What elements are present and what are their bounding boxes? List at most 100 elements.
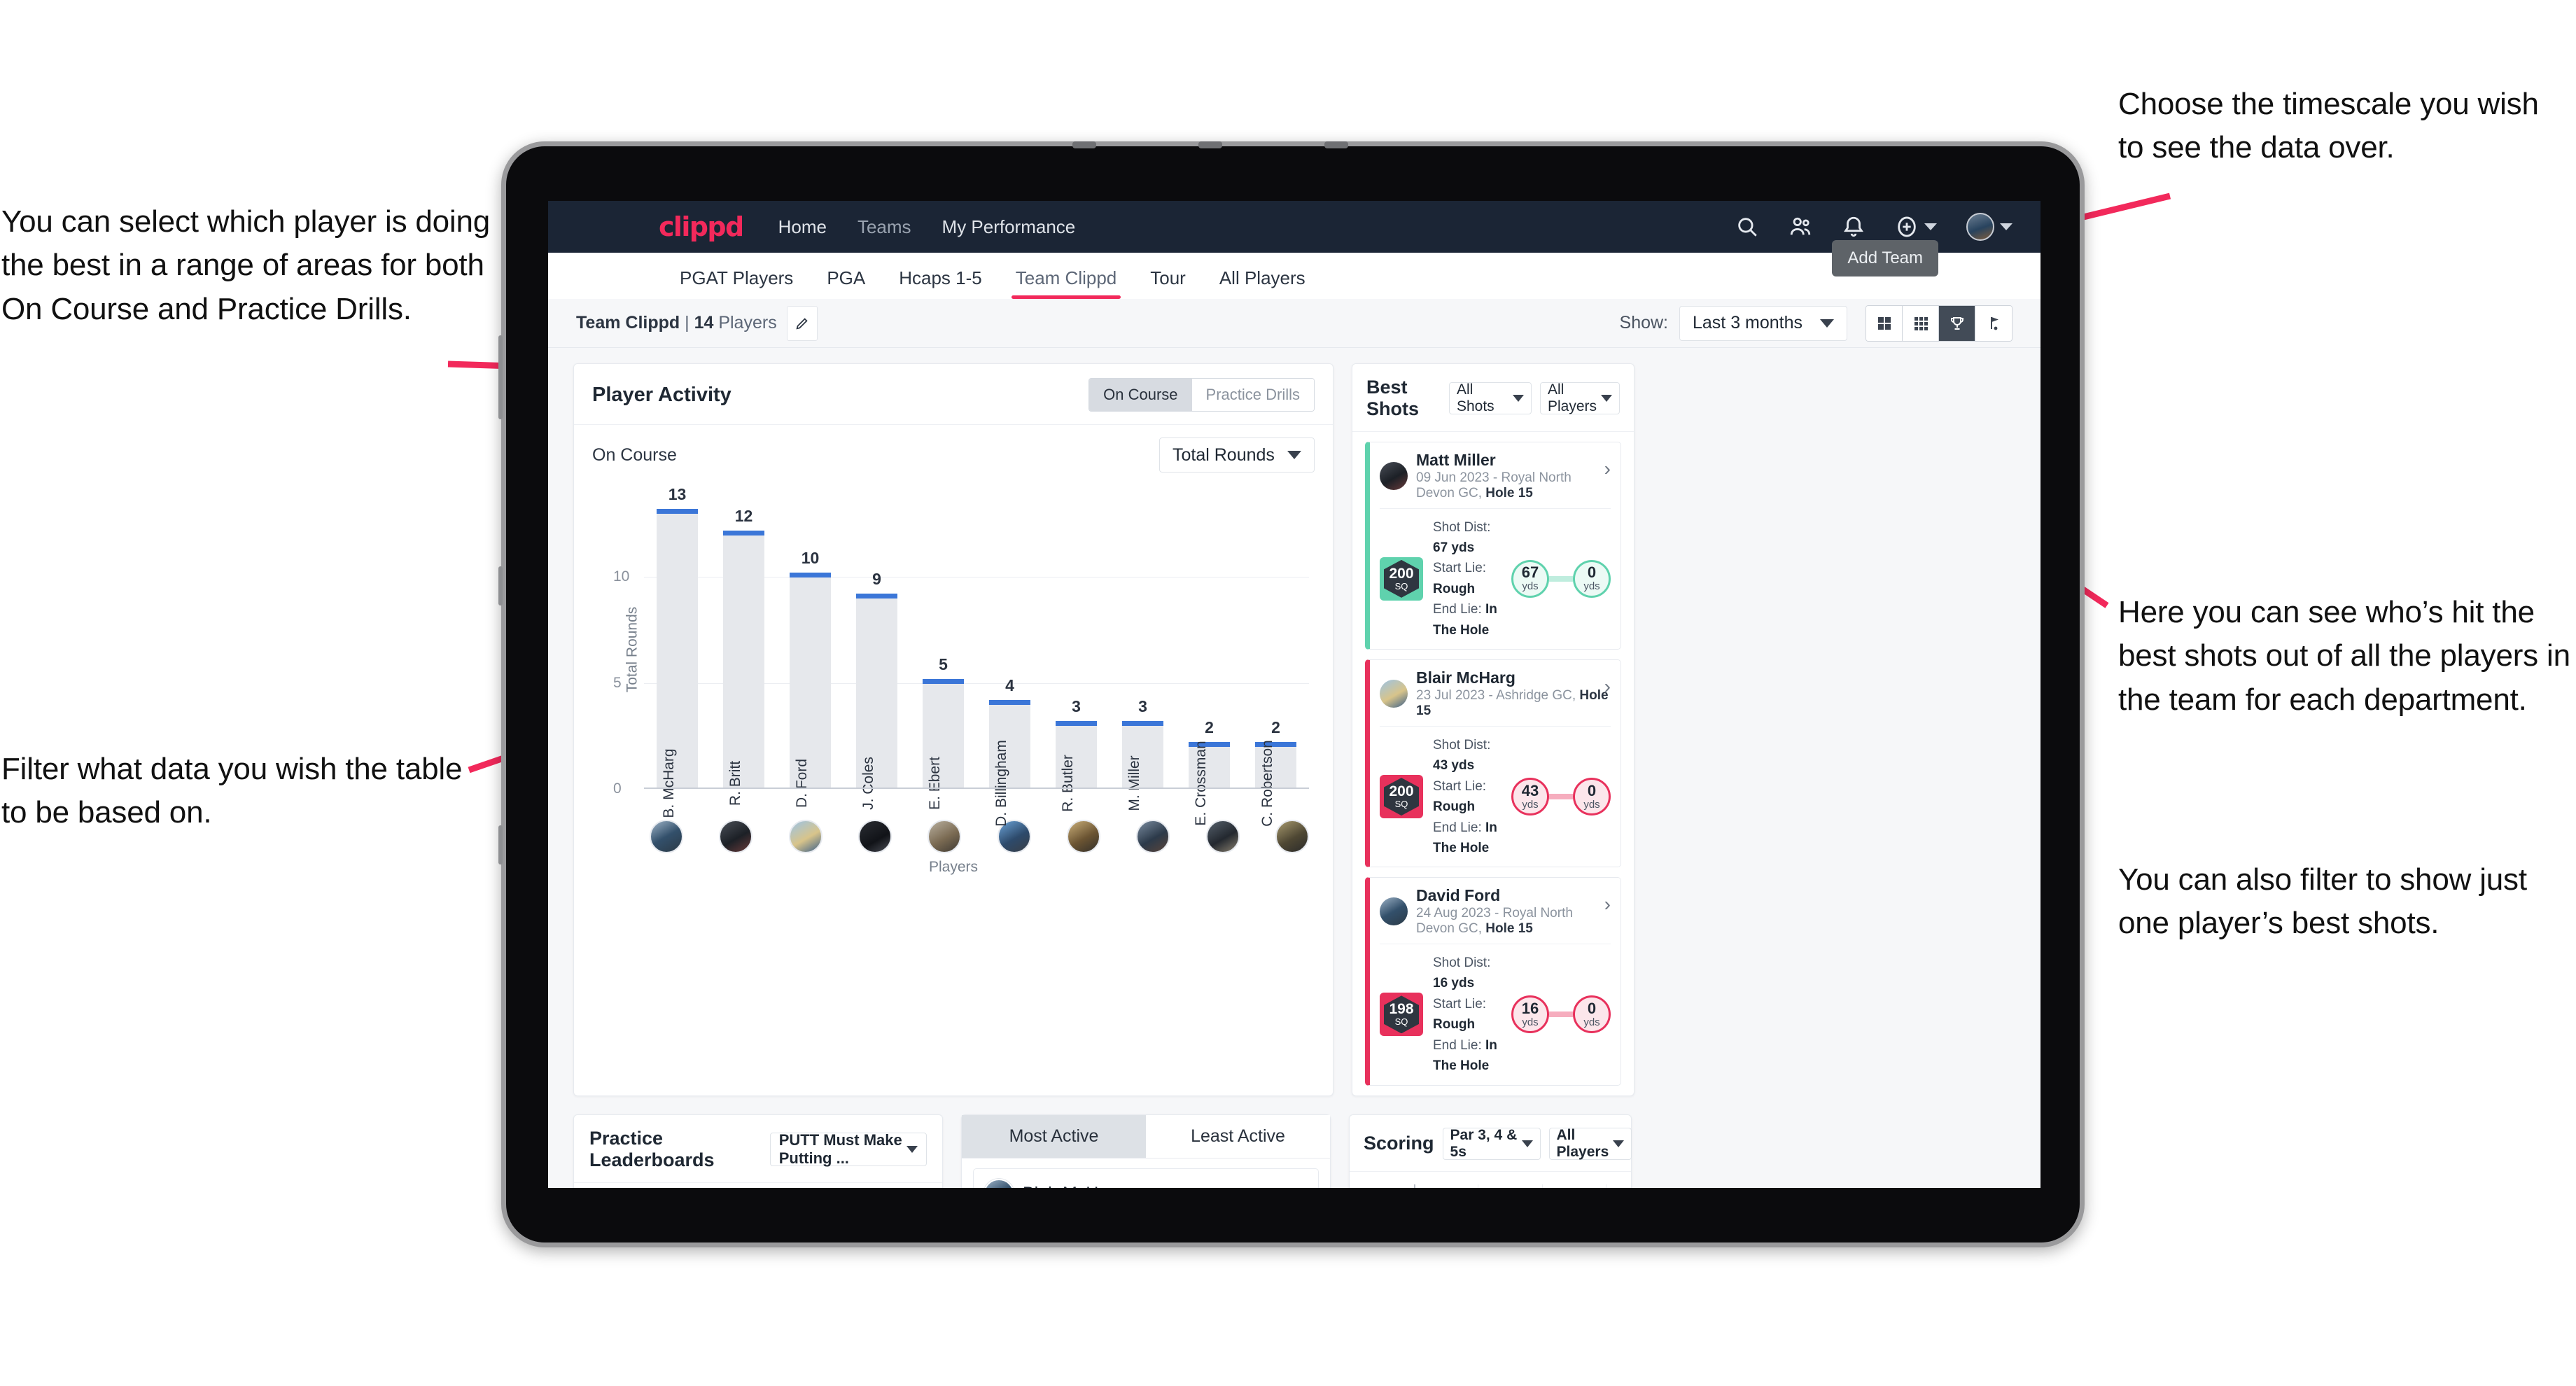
player-avatar[interactable] [858,820,892,853]
plus-circle-dropdown[interactable] [1895,215,1937,239]
best-shot-card[interactable]: David Ford 24 Aug 2023 - Royal North Devo… [1365,877,1621,1086]
chart-bar-value: 2 [1205,718,1214,737]
scoring-player-value: All Players [1556,1126,1609,1160]
timescale-select[interactable]: Last 3 months [1679,305,1847,341]
chevron-down-icon [1601,395,1612,402]
chart-bar-slot[interactable]: 10 D. Ford [777,492,844,808]
people-icon[interactable] [1788,215,1812,239]
dashboard-row-1: Player Activity On Course Practice Drill… [573,363,2015,1096]
view-grid-small-button[interactable] [1903,305,1939,341]
nav-link-my-performance[interactable]: My Performance [942,216,1076,238]
best-shot-card[interactable]: Matt Miller 09 Jun 2023 - Royal North Dev… [1365,442,1621,650]
player-avatar[interactable] [1066,820,1100,853]
player-avatar[interactable] [719,820,753,853]
chart-bar-cap [790,573,831,578]
best-shot-details: Shot Dist: 16 yds Start Lie: Rough End Lie… [1433,953,1502,1077]
player-avatar-row [574,814,1333,853]
chart-bar-slot[interactable]: 3 R. Butler [1043,492,1110,812]
activity-list: Blair McHarg26 Aug 2023Total RoundsTourn… [962,1168,1330,1188]
scoring-player-select[interactable]: All Players [1548,1126,1632,1160]
chevron-right-icon[interactable]: › [1604,676,1611,698]
tab-least-active[interactable]: Least Active [1146,1114,1330,1158]
chevron-right-icon[interactable]: › [1604,893,1611,916]
tab-hcaps-1-5[interactable]: Hcaps 1-5 [899,267,982,299]
tab-team-clippd[interactable]: Team Clippd [1011,267,1121,299]
tablet-sensor-icon [1198,141,1223,148]
bell-icon[interactable] [1842,215,1865,239]
chart-bar-value: 13 [668,485,687,504]
avatar [1380,461,1408,490]
best-shot-player: Blair McHarg 23 Jul 2023 - Ashridge GC, H… [1380,668,1611,727]
chart-bar[interactable]: 13 [657,485,698,789]
chart-bar-slot[interactable]: 12 R. Britt [710,492,777,806]
from-unit: yds [1522,798,1539,811]
shot-connector [1549,575,1573,582]
chart-bar-value: 3 [1072,697,1081,716]
nav-icon-group [1735,213,2012,241]
player-avatar[interactable] [1136,820,1170,853]
from-value: 43 [1521,781,1539,799]
chart-bar-slot[interactable]: 4 D. Billingham [976,492,1043,827]
nav-link-teams[interactable]: Teams [858,216,911,238]
activity-date: 26 Aug 2023 [1222,1185,1308,1188]
segment-practice-drills[interactable]: Practice Drills [1191,379,1314,411]
tab-pga[interactable]: PGA [827,267,865,299]
nav-link-home[interactable]: Home [778,216,827,238]
scoring-gridline [1414,1184,1415,1188]
shot-connector [1549,794,1573,800]
tab-pgat-players[interactable]: PGAT Players [680,267,793,299]
brand-logo[interactable]: clippd [659,211,744,242]
chart-bar-slot[interactable]: 2 E. Crossman [1176,492,1242,826]
view-grid-large-button[interactable] [1866,305,1903,341]
best-shot-card[interactable]: Blair McHarg 23 Jul 2023 - Ashridge GC, H… [1365,659,1621,868]
end-lie-label: End Lie: [1433,820,1482,835]
to-value: 0 [1587,781,1597,799]
metric-select[interactable]: Total Rounds [1159,438,1315,472]
scoring-par-select[interactable]: Par 3, 4 & 5s [1442,1127,1541,1160]
tab-tour[interactable]: Tour [1150,267,1186,299]
chart-bar-slot[interactable]: 13 B. McHarg [644,485,710,818]
tab-most-active[interactable]: Most Active [962,1114,1146,1158]
chart-bar-slot[interactable]: 2 C. Robertson [1242,492,1309,827]
player-avatar[interactable] [650,820,683,853]
from-unit: yds [1522,580,1539,593]
hexagon-icon: 200 SQ [1384,559,1419,598]
power-button[interactable] [498,566,503,606]
chart-bar-slot[interactable]: 5 E. Ebert [910,492,976,810]
chevron-right-icon[interactable]: › [1604,458,1611,480]
sq-unit: SQ [1394,798,1408,809]
view-trophy-button[interactable] [1939,305,1975,341]
player-avatar[interactable] [1205,820,1240,853]
chart-bar-slot[interactable]: 3 M. Miller [1110,492,1176,811]
drill-select[interactable]: PUTT Must Make Putting ... [769,1131,927,1167]
shot-end-node: 0 yds [1573,778,1611,816]
section-tabs-bar: PGAT Players PGA Hcaps 1-5 Team Clippd T… [548,240,2040,299]
scoring-chart: Eagles3Birdies96Pars499Bogeys211 [1362,1184,1618,1188]
best-shots-shot-filter[interactable]: All Shots [1448,382,1532,414]
practice-leaderboards-title: Practice Leaderboards [589,1127,715,1170]
best-shots-player-filter[interactable]: All Players [1539,382,1620,414]
search-icon[interactable] [1735,215,1759,239]
metric-select-value: Total Rounds [1172,444,1275,465]
edit-team-button[interactable] [786,305,818,341]
chart-bar[interactable]: 12 [723,507,764,789]
activity-card-item[interactable]: Blair McHarg26 Aug 2023Total RoundsTourn… [973,1168,1319,1188]
start-lie-value: Rough [1433,581,1476,596]
tab-all-players[interactable]: All Players [1219,267,1306,299]
volume-button[interactable] [498,335,503,419]
secondary-button[interactable] [498,825,503,864]
segment-on-course[interactable]: On Course [1089,379,1192,411]
view-flag-button[interactable] [1975,305,2012,341]
chart-bar-cap [1056,721,1097,727]
end-lie-label: End Lie: [1433,1037,1482,1053]
user-avatar-menu[interactable] [1966,213,2012,241]
pencil-icon [796,317,808,330]
chart-bar-slot[interactable]: 9 J. Coles [844,492,910,810]
player-avatar[interactable] [1275,820,1309,853]
player-avatar[interactable] [927,820,962,853]
best-shots-title: Best Shots [1366,377,1420,419]
player-avatar[interactable] [788,820,822,853]
from-value: 16 [1521,999,1539,1017]
player-activity-card: Player Activity On Course Practice Drill… [573,363,1334,1096]
chart-bar[interactable]: 10 [790,549,831,789]
